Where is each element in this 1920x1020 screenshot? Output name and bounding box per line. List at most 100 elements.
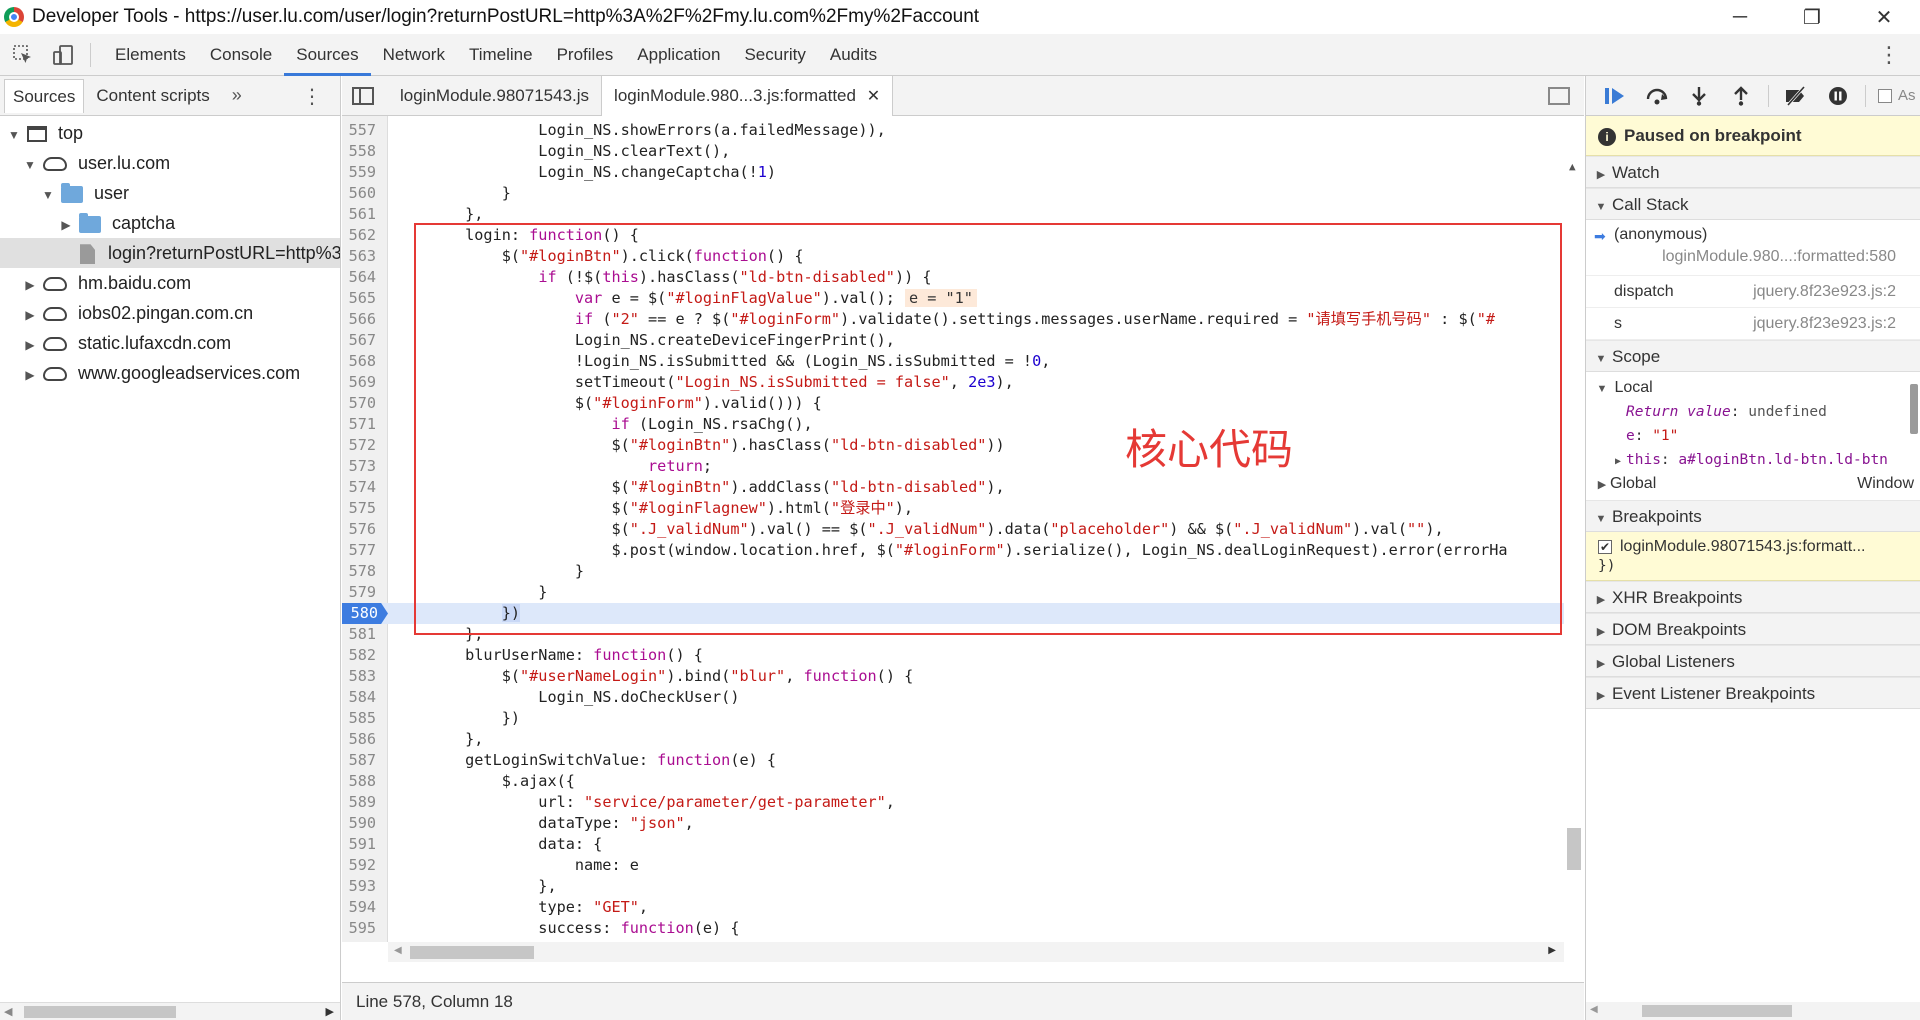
- pause-on-exceptions-icon[interactable]: [1823, 81, 1853, 111]
- breakpoint-checkbox[interactable]: ✔: [1598, 539, 1612, 554]
- breakpoint-file: loginModule.98071543.js:formatt...: [1620, 538, 1866, 555]
- info-icon: i: [1598, 127, 1616, 146]
- scrollbar-thumb[interactable]: [1567, 828, 1581, 870]
- collapsed-arrow-icon: ▶: [1596, 169, 1606, 181]
- navigator-tab-content-scripts[interactable]: Content scripts: [88, 79, 217, 113]
- deactivate-breakpoints-icon[interactable]: [1781, 81, 1811, 111]
- resume-icon[interactable]: [1600, 81, 1630, 111]
- breakpoint-item[interactable]: ✔ loginModule.98071543.js:formatt... }): [1586, 532, 1920, 581]
- inspect-element-icon[interactable]: [6, 38, 40, 72]
- section-dom-breakpoints[interactable]: ▶ DOM Breakpoints: [1586, 613, 1920, 645]
- tree-item-user-folder[interactable]: ▼ user: [0, 178, 340, 208]
- section-title: Call Stack: [1612, 195, 1689, 214]
- section-watch[interactable]: ▶ Watch: [1586, 156, 1920, 188]
- breakpoint-line[interactable]: 580 }): [342, 603, 1564, 624]
- breakpoint-marker[interactable]: 580: [342, 603, 388, 624]
- close-window-button[interactable]: ✕: [1848, 0, 1920, 34]
- step-into-icon[interactable]: [1684, 81, 1714, 111]
- property-value: "1": [1652, 428, 1679, 444]
- async-checkbox[interactable]: [1878, 88, 1892, 103]
- call-frame-dispatch[interactable]: dispatch jquery.8f23e923.js:2: [1586, 276, 1920, 308]
- tab-security[interactable]: Security: [732, 34, 817, 76]
- scope-local[interactable]: ▼ Local: [1586, 376, 1920, 400]
- tab-profiles[interactable]: Profiles: [545, 34, 626, 76]
- editor-tab-loginmodule-formatted[interactable]: loginModule.980...3.js:formatted ✕: [601, 75, 894, 116]
- tab-console[interactable]: Console: [198, 34, 284, 76]
- scroll-right-icon[interactable]: ▶: [1548, 945, 1556, 956]
- tab-elements[interactable]: Elements: [103, 34, 198, 76]
- tree-item-top[interactable]: ▼ top: [0, 118, 340, 148]
- restore-button[interactable]: ❐: [1776, 0, 1848, 34]
- scope-global[interactable]: ▶ Global Window: [1586, 472, 1920, 496]
- scroll-left-icon[interactable]: ◀: [4, 1005, 12, 1018]
- tab-application[interactable]: Application: [625, 34, 732, 76]
- section-call-stack[interactable]: ▼ Call Stack: [1586, 188, 1920, 220]
- scrollbar-thumb[interactable]: [24, 1006, 176, 1018]
- tree-item-captcha-folder[interactable]: ▶ captcha: [0, 208, 340, 238]
- editor-vertical-scrollbar[interactable]: ▲ ▼: [1564, 156, 1584, 942]
- scroll-up-icon[interactable]: ▲: [1569, 160, 1576, 173]
- call-frame-s[interactable]: s jquery.8f23e923.js:2: [1586, 308, 1920, 340]
- toggle-debugger-icon[interactable]: [1548, 87, 1570, 105]
- navigator-horizontal-scrollbar[interactable]: ◀ ▶: [0, 1002, 340, 1020]
- tree-item-label: top: [58, 123, 84, 143]
- tab-network[interactable]: Network: [371, 34, 457, 76]
- debugger-vertical-scrollbar[interactable]: [1908, 306, 1920, 434]
- more-tabs-icon[interactable]: »: [232, 85, 242, 106]
- device-mode-icon[interactable]: [46, 38, 80, 72]
- tree-item-hm-baidu-com[interactable]: ▶ hm.baidu.com: [0, 268, 340, 298]
- section-xhr-breakpoints[interactable]: ▶ XHR Breakpoints: [1586, 581, 1920, 613]
- tree-item-googleadservices[interactable]: ▶ www.googleadservices.com: [0, 358, 340, 388]
- annotation-label: 核心代码: [1125, 425, 1294, 474]
- code-line: 569 setTimeout("Login_NS.isSubmitted = f…: [348, 373, 1014, 391]
- navigator-tab-sources[interactable]: Sources: [4, 78, 85, 113]
- tree-item-login-file[interactable]: login?returnPostURL=http%3: [0, 238, 340, 268]
- tree-item-user-lu-com[interactable]: ▼ user.lu.com: [0, 148, 340, 178]
- devtools-menu-icon[interactable]: ⋮: [1878, 42, 1900, 68]
- call-frame-anonymous[interactable]: ➡ (anonymous) loginModule.980...:formatt…: [1586, 220, 1920, 276]
- editor-tab-loginmodule[interactable]: loginModule.98071543.js: [388, 76, 601, 116]
- step-out-icon[interactable]: [1726, 81, 1756, 111]
- toolbar-separator: [1768, 84, 1769, 107]
- scrollbar-thumb[interactable]: [410, 946, 534, 959]
- tab-audits[interactable]: Audits: [818, 34, 889, 76]
- breakpoint-snippet: }): [1598, 558, 1616, 574]
- section-scope[interactable]: ▼ Scope: [1586, 340, 1920, 372]
- scroll-right-icon[interactable]: ▶: [326, 1005, 334, 1018]
- code-line: 559 Login_NS.changeCaptcha(!1): [348, 163, 777, 181]
- chrome-logo-icon: [4, 7, 24, 27]
- code-lines: 557 Login_NS.showErrors(a.failedMessage)…: [342, 120, 1564, 942]
- call-frame-location[interactable]: jquery.8f23e923.js:2: [1753, 308, 1896, 340]
- editor-horizontal-scrollbar[interactable]: ◀ ▶: [388, 942, 1564, 962]
- section-global-listeners[interactable]: ▶ Global Listeners: [1586, 645, 1920, 677]
- section-title: Scope: [1612, 347, 1661, 366]
- call-frame-location[interactable]: jquery.8f23e923.js:2: [1753, 276, 1896, 308]
- tree-item-iobs02-pingan[interactable]: ▶ iobs02.pingan.com.cn: [0, 298, 340, 328]
- editor-status-bar: Line 578, Column 18: [342, 982, 1584, 1020]
- section-event-listener-breakpoints[interactable]: ▶ Event Listener Breakpoints: [1586, 677, 1920, 709]
- scope-return-value: Return value: undefined: [1626, 404, 1827, 420]
- navigator-menu-icon[interactable]: ⋮: [302, 84, 322, 109]
- code-line: 592 name: e: [348, 856, 639, 874]
- minimize-button[interactable]: ─: [1704, 0, 1776, 34]
- tab-sources[interactable]: Sources: [284, 34, 372, 76]
- scroll-left-icon[interactable]: ◀: [1590, 1004, 1598, 1015]
- call-frame-location[interactable]: loginModule.980...:formatted:580: [1662, 248, 1896, 266]
- scrollbar-thumb[interactable]: [1642, 1005, 1792, 1017]
- debugger-horizontal-scrollbar[interactable]: ◀: [1586, 1002, 1920, 1020]
- scope-this[interactable]: ▶ this: a#loginBtn.ld-btn.ld-btn: [1586, 448, 1920, 472]
- cloud-icon: [43, 277, 68, 292]
- section-breakpoints[interactable]: ▼ Breakpoints: [1586, 500, 1920, 532]
- close-tab-icon[interactable]: ✕: [867, 88, 880, 105]
- toggle-navigator-icon[interactable]: [352, 86, 374, 105]
- tree-item-static-lufaxcdn[interactable]: ▶ static.lufaxcdn.com: [0, 328, 340, 358]
- tab-timeline[interactable]: Timeline: [457, 34, 545, 76]
- debugger-sidebar: As i Paused on breakpoint ▶ Watch ▼ Call St…: [1585, 76, 1920, 1020]
- section-title: Global Listeners: [1612, 652, 1735, 671]
- scroll-left-icon[interactable]: ◀: [394, 945, 402, 956]
- code-line: 589 url: "service/parameter/get-paramete…: [348, 793, 895, 811]
- step-over-icon[interactable]: [1642, 81, 1672, 111]
- code-view[interactable]: 557 Login_NS.showErrors(a.failedMessage)…: [342, 116, 1584, 942]
- scope-e: e: "1": [1626, 428, 1679, 444]
- scrollbar-thumb[interactable]: [1910, 384, 1918, 434]
